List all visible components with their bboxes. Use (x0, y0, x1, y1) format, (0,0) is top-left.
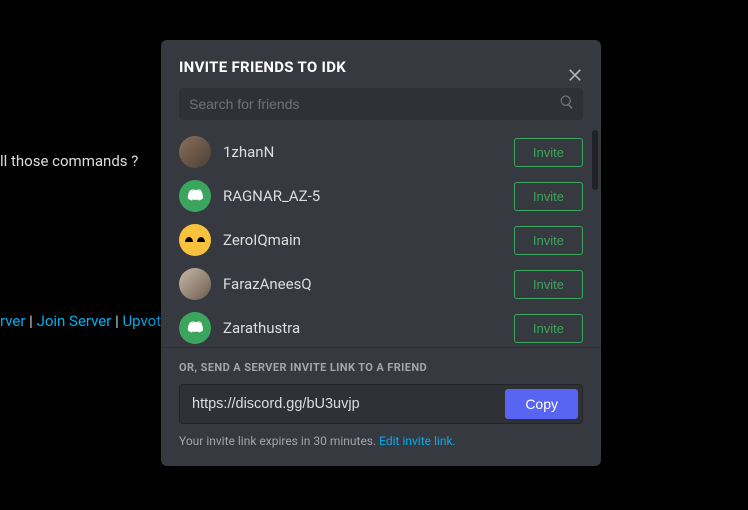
copy-button[interactable]: Copy (505, 389, 578, 419)
friend-row[interactable]: RAGNAR_AZ-5 Invite (161, 174, 601, 218)
avatar (179, 312, 211, 344)
search-icon (559, 94, 575, 114)
friend-name: 1zhanN (223, 143, 514, 161)
discord-icon (185, 186, 205, 206)
bg-join-link[interactable]: Join Server (37, 312, 112, 330)
friend-row[interactable]: 1zhanN Invite (161, 130, 601, 174)
friend-name: RAGNAR_AZ-5 (223, 187, 514, 205)
background-message: ll those commands ? (0, 152, 138, 170)
scrollbar-thumb[interactable] (592, 130, 598, 190)
eyes-icon (179, 224, 211, 256)
invite-button[interactable]: Invite (514, 182, 583, 211)
divider-label: OR, SEND A SERVER INVITE LINK TO A FRIEN… (161, 346, 601, 384)
edit-invite-link[interactable]: Edit invite link. (379, 434, 456, 448)
invite-link-input[interactable] (180, 385, 501, 423)
close-button[interactable] (563, 62, 587, 86)
invite-button[interactable]: Invite (514, 270, 583, 299)
avatar (179, 136, 211, 168)
footer-note: Your invite link expires in 30 minutes. … (161, 424, 601, 466)
friend-row[interactable]: Zarathustra Invite (161, 306, 601, 346)
friend-name: Zarathustra (223, 319, 514, 337)
discord-icon (185, 318, 205, 338)
friends-list: 1zhanN Invite RAGNAR_AZ-5 Invite ZeroIQm… (161, 130, 601, 346)
invite-modal: INVITE FRIENDS TO IDK 1zhanN Invite RAGN… (161, 40, 601, 466)
expire-text: Your invite link expires in 30 minutes. (179, 434, 379, 448)
invite-button[interactable]: Invite (514, 226, 583, 255)
invite-button[interactable]: Invite (514, 138, 583, 167)
friend-row[interactable]: FarazAneesQ Invite (161, 262, 601, 306)
scrollbar[interactable] (592, 130, 598, 346)
friend-name: FarazAneesQ (223, 275, 514, 293)
avatar (179, 268, 211, 300)
close-icon (566, 65, 584, 83)
separator: | (29, 312, 36, 330)
modal-header: INVITE FRIENDS TO IDK (161, 40, 601, 88)
avatar (179, 180, 211, 212)
search-input[interactable] (179, 88, 583, 120)
friend-name: ZeroIQmain (223, 231, 514, 249)
invite-button[interactable]: Invite (514, 314, 583, 343)
invite-link-row: Copy (179, 384, 583, 424)
background-links: rver | Join Server | Upvote (0, 312, 169, 330)
modal-title: INVITE FRIENDS TO IDK (179, 58, 583, 76)
search-wrap (179, 88, 583, 120)
avatar (179, 224, 211, 256)
bg-server-link[interactable]: rver (0, 312, 25, 330)
friend-row[interactable]: ZeroIQmain Invite (161, 218, 601, 262)
